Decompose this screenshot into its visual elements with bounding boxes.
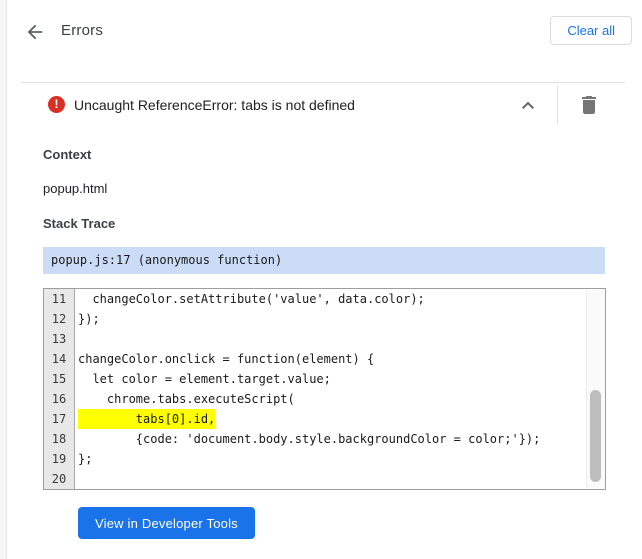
- code-text: let color = element.target.value;: [78, 372, 331, 386]
- code-text: changeColor.onclick = function(element) …: [78, 352, 375, 366]
- code-text: changeColor.setAttribute('value', data.c…: [78, 292, 425, 306]
- line-number: 16: [44, 389, 75, 409]
- clear-all-button[interactable]: Clear all: [550, 16, 632, 45]
- code-line: 12});: [44, 309, 605, 329]
- context-value: popup.html: [43, 181, 108, 196]
- code-line: 17 tabs[0].id,: [44, 409, 605, 429]
- code-text: tabs[0].id,: [75, 409, 605, 429]
- page-edge-strip: [0, 0, 7, 559]
- code-line: 20: [44, 469, 605, 489]
- back-button[interactable]: [24, 21, 46, 43]
- code-line: 18 {code: 'document.body.style.backgroun…: [44, 429, 605, 449]
- header: Errors Clear all: [8, 0, 642, 83]
- scrollbar-thumb[interactable]: [590, 390, 601, 482]
- line-number: 20: [44, 469, 75, 489]
- stack-frame-selected[interactable]: popup.js:17 (anonymous function): [43, 247, 605, 274]
- trash-icon: [577, 93, 601, 117]
- error-message: Uncaught ReferenceError: tabs is not def…: [74, 97, 355, 113]
- page-title: Errors: [61, 22, 104, 39]
- line-number: 13: [44, 329, 75, 349]
- error-line-highlight: tabs[0].id,: [78, 409, 216, 429]
- code-line: 19};: [44, 449, 605, 469]
- code-line: 13: [44, 329, 605, 349]
- delete-error-button[interactable]: [577, 93, 601, 117]
- errors-panel: Errors Clear all ! Uncaught ReferenceErr…: [8, 0, 642, 559]
- code-text: {code: 'document.body.style.backgroundCo…: [78, 432, 541, 446]
- context-label: Context: [43, 147, 92, 162]
- code-scrollbar[interactable]: [586, 290, 605, 488]
- code-box: 11 changeColor.setAttribute('value', dat…: [43, 288, 606, 490]
- line-number: 17: [44, 409, 75, 429]
- code-lines: 11 changeColor.setAttribute('value', dat…: [44, 289, 605, 489]
- error-circle-icon: !: [48, 96, 65, 113]
- error-details: Context popup.html Stack Trace popup.js:…: [8, 147, 642, 539]
- line-number: 18: [44, 429, 75, 449]
- code-line: 14 changeColor.onclick = function(element…: [44, 349, 605, 369]
- line-number: 19: [44, 449, 75, 469]
- line-number: 12: [44, 309, 75, 329]
- code-text: });: [78, 312, 100, 326]
- line-number: 15: [44, 369, 75, 389]
- chevron-up-icon: [516, 93, 540, 117]
- error-row[interactable]: ! Uncaught ReferenceError: tabs is not d…: [8, 83, 642, 130]
- line-number: 14: [44, 349, 75, 369]
- code-line: 16 chrome.tabs.executeScript(: [44, 389, 605, 409]
- code-text: };: [78, 452, 93, 466]
- view-in-devtools-button[interactable]: View in Developer Tools: [78, 507, 255, 539]
- line-number: 11: [44, 289, 75, 309]
- code-line: 11 changeColor.setAttribute('value', dat…: [44, 289, 605, 309]
- row-divider: [557, 86, 558, 124]
- code-line: 15 let color = element.target.value;: [44, 369, 605, 389]
- stack-trace-label: Stack Trace: [43, 216, 116, 231]
- code-text: chrome.tabs.executeScript(: [78, 392, 295, 406]
- collapse-button[interactable]: [516, 93, 540, 117]
- arrow-left-icon: [24, 21, 46, 43]
